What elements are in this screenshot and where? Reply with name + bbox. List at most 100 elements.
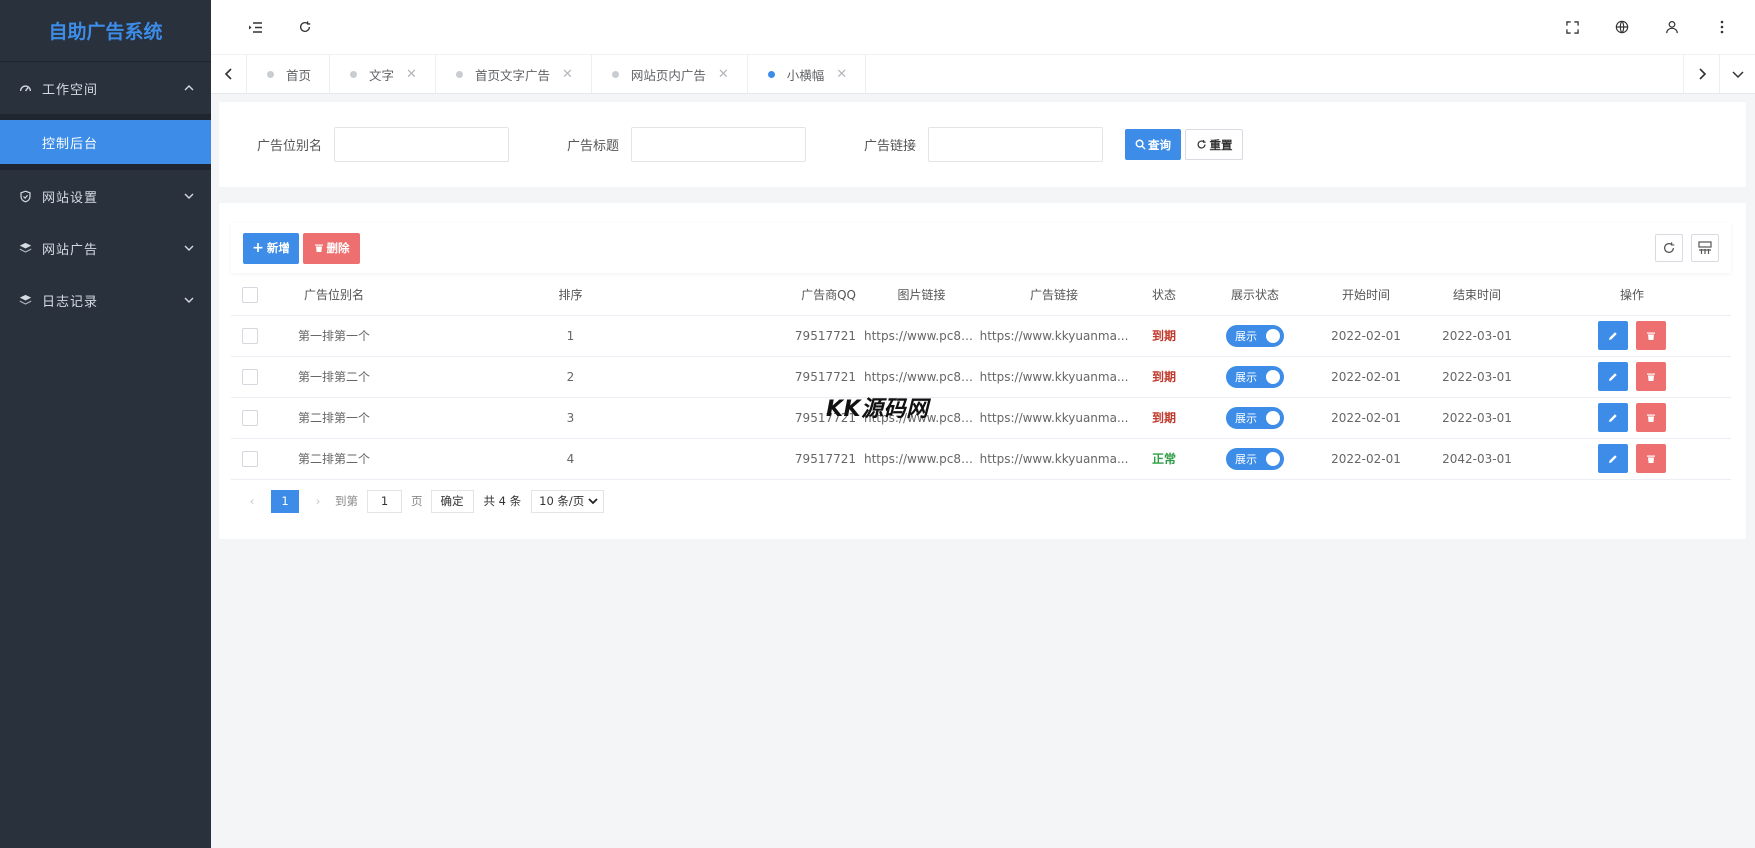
toggle-label: 展示	[1235, 370, 1257, 384]
sidebar-item-logs[interactable]: 日志记录	[0, 274, 211, 326]
chevron-down-icon	[1731, 71, 1744, 79]
page-number-current[interactable]: 1	[271, 489, 299, 513]
row-checkbox[interactable]	[242, 409, 258, 426]
cell-ad-link: https://www.kkyuanma...	[979, 315, 1129, 357]
column-header[interactable]: 图片链接	[864, 275, 979, 316]
sidebar-item-site-settings[interactable]: 网站设置	[0, 170, 211, 222]
ad-title-input[interactable]	[631, 127, 807, 162]
menu-toggle-button[interactable]	[230, 0, 280, 55]
next-page-icon[interactable]: ›	[307, 494, 329, 508]
cell-status: 到期	[1129, 356, 1199, 398]
column-header[interactable]: 展示状态	[1199, 275, 1311, 316]
tab-text[interactable]: 文字 ✕	[330, 55, 436, 93]
column-header[interactable]: 状态	[1129, 275, 1199, 316]
layers-icon	[18, 241, 32, 255]
trash-icon	[1646, 414, 1655, 422]
table-row[interactable]: 第二排第二个 4 79517721 https://www.pc880... h…	[231, 438, 1731, 480]
select-all-checkbox[interactable]	[242, 286, 258, 303]
refresh-icon	[1664, 242, 1675, 253]
display-toggle[interactable]: 展示	[1226, 365, 1284, 388]
goto-page-input[interactable]: 1	[367, 489, 402, 513]
cell-order: 1	[399, 315, 742, 357]
globe-icon	[1615, 20, 1629, 34]
status-badge: 到期	[1151, 370, 1176, 384]
table-toolbar: + 新增 删除	[231, 223, 1731, 273]
reset-label: 重置	[1209, 137, 1233, 152]
close-icon[interactable]: ✕	[406, 67, 417, 82]
fullscreen-button[interactable]	[1547, 0, 1597, 55]
column-header[interactable]: 广告商QQ	[742, 275, 864, 316]
shield-icon	[18, 189, 32, 203]
column-settings-button[interactable]	[1691, 234, 1719, 262]
prev-page-icon[interactable]: ‹	[241, 494, 263, 508]
table-header-row: 广告位别名 排序 广告商QQ 图片链接 广告链接 状态 展示状态 开始时间 结束…	[231, 275, 1731, 316]
columns-icon	[1698, 241, 1712, 254]
tab-scroll-right-button[interactable]	[1683, 55, 1719, 93]
menu-fold-icon	[248, 21, 262, 33]
sidebar-item-control-panel[interactable]: 控制后台	[0, 120, 211, 164]
column-header[interactable]: 广告链接	[979, 275, 1129, 316]
delete-button[interactable]: 删除	[303, 232, 360, 264]
edit-button[interactable]	[1598, 321, 1629, 350]
row-checkbox[interactable]	[242, 327, 258, 344]
delete-row-button[interactable]	[1635, 403, 1666, 432]
tab-home[interactable]: 首页	[247, 55, 331, 93]
table-row[interactable]: 第一排第二个 2 79517721 https://www.pc880... h…	[231, 356, 1731, 398]
cell-image-link: https://www.pc880...	[864, 315, 979, 357]
edit-button[interactable]	[1598, 362, 1629, 391]
row-checkbox[interactable]	[242, 450, 258, 467]
tab-home-text-ads[interactable]: 首页文字广告 ✕	[436, 55, 592, 93]
ad-slot-name-input[interactable]	[334, 127, 510, 162]
pencil-icon	[1609, 331, 1617, 340]
delete-row-button[interactable]	[1635, 444, 1666, 473]
sidebar-item-label: 网站广告	[42, 242, 99, 258]
sidebar-item-site-ads[interactable]: 网站广告	[0, 222, 211, 274]
row-checkbox-cell	[231, 356, 269, 398]
cell-ad-link: https://www.kkyuanma...	[979, 356, 1129, 398]
workspace-submenu: 控制后台	[0, 114, 211, 170]
chevron-right-icon	[1698, 68, 1706, 80]
close-icon[interactable]: ✕	[836, 67, 847, 82]
sidebar-item-workspace[interactable]: 工作空间	[0, 62, 211, 114]
column-header[interactable]: 广告位别名	[269, 275, 399, 316]
tab-scroll-left-button[interactable]	[211, 55, 247, 93]
goto-confirm-button[interactable]: 确定	[430, 489, 474, 513]
cell-status: 正常	[1129, 438, 1199, 480]
refresh-icon	[1197, 140, 1206, 149]
display-toggle[interactable]: 展示	[1226, 324, 1284, 347]
edit-button[interactable]	[1598, 444, 1629, 473]
add-button[interactable]: + 新增	[243, 232, 299, 264]
close-icon[interactable]: ✕	[562, 67, 573, 82]
language-button[interactable]	[1597, 0, 1647, 55]
row-checkbox[interactable]	[242, 368, 258, 385]
column-header[interactable]: 结束时间	[1421, 275, 1533, 316]
table-refresh-button[interactable]	[1655, 234, 1683, 262]
column-header[interactable]: 开始时间	[1311, 275, 1421, 316]
reset-button[interactable]: 重置	[1185, 129, 1244, 160]
table-row[interactable]: 第二排第一个 3 79517721 https://www.pc880... h…	[231, 397, 1731, 439]
pencil-icon	[1609, 372, 1617, 381]
more-button[interactable]	[1697, 0, 1747, 55]
column-header[interactable]: 排序	[399, 275, 742, 316]
sidebar: 自助广告系统 工作空间 控制后台 网站设置 网站广告 日志记录	[0, 0, 211, 848]
toggle-label: 展示	[1235, 411, 1257, 425]
user-icon	[1666, 20, 1678, 34]
refresh-button[interactable]	[280, 0, 330, 55]
table-row[interactable]: 第一排第一个 1 79517721 https://www.pc880... h…	[231, 315, 1731, 357]
close-icon[interactable]: ✕	[718, 67, 729, 82]
display-toggle[interactable]: 展示	[1226, 406, 1284, 429]
ad-link-input[interactable]	[928, 127, 1104, 162]
delete-row-button[interactable]	[1635, 362, 1666, 391]
display-toggle[interactable]: 展示	[1226, 447, 1284, 470]
user-button[interactable]	[1647, 0, 1697, 55]
tab-inpage-ads[interactable]: 网站页内广告 ✕	[592, 55, 748, 93]
add-label: 新增	[266, 241, 290, 255]
query-button[interactable]: 查询	[1125, 129, 1182, 160]
cell-status: 到期	[1129, 397, 1199, 439]
tab-small-banner[interactable]: 小横幅 ✕	[748, 55, 867, 93]
tab-dropdown-button[interactable]	[1719, 55, 1755, 93]
page-size-select[interactable]: 10 条/页	[531, 489, 605, 513]
edit-button[interactable]	[1598, 403, 1629, 432]
delete-row-button[interactable]	[1635, 321, 1666, 350]
watermark-text: KK源码网	[826, 397, 929, 422]
